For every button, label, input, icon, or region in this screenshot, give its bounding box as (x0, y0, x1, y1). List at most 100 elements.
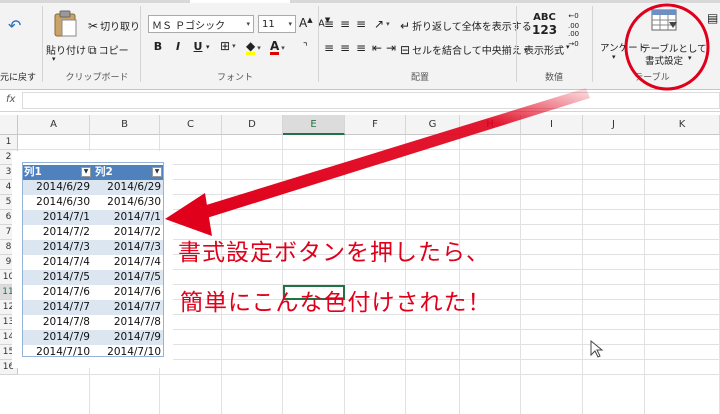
column-header-f[interactable]: F (345, 115, 406, 135)
cut-button[interactable]: ✂ 切り取り (88, 18, 140, 34)
table-cell[interactable]: 2014/6/29 (93, 180, 164, 195)
table-row: 2014/7/7 2014/7/7 (22, 300, 164, 315)
table-cell[interactable]: 2014/7/6 (22, 285, 93, 300)
table-cell[interactable]: 2014/7/5 (22, 270, 93, 285)
table-cell[interactable]: 2014/7/10 (93, 345, 164, 360)
row-header-1[interactable]: 1 (0, 135, 18, 150)
table-cell[interactable]: 2014/7/8 (22, 315, 93, 330)
table-row: 2014/7/1 2014/7/1 (22, 210, 164, 225)
filter-dropdown-icon[interactable]: ▼ (81, 167, 91, 177)
column-header-e[interactable]: E (283, 115, 345, 135)
increase-decimal-icon: ←0 (568, 12, 579, 20)
italic-button[interactable]: I (170, 40, 186, 53)
table-cell[interactable]: 2014/6/30 (22, 195, 93, 210)
select-all-corner[interactable] (0, 115, 18, 135)
grid-line (282, 135, 283, 414)
column-header-g[interactable]: G (406, 115, 460, 135)
top-align-button[interactable]: ≡ (324, 18, 334, 30)
column-header-j[interactable]: J (583, 115, 645, 135)
indent-icon: ⇥ (386, 41, 397, 55)
middle-align-button[interactable]: ≡ (340, 18, 350, 30)
paste-button[interactable] (52, 10, 78, 38)
format-as-table-button[interactable] (650, 8, 678, 34)
font-color-button[interactable]: A ▾ (270, 40, 285, 55)
undo-label: 元に戻す (0, 73, 37, 83)
align-left-button[interactable]: ≡ (324, 42, 334, 54)
column-header-h[interactable]: H (460, 115, 521, 135)
table-cell[interactable]: 2014/7/4 (93, 255, 164, 270)
grow-font-button[interactable]: A▲ (299, 16, 313, 30)
grid-line (644, 135, 645, 414)
table-cell[interactable]: 2014/7/2 (22, 225, 93, 240)
orientation-icon: ↗ (374, 17, 385, 31)
table-cell[interactable]: 2014/7/7 (22, 300, 93, 315)
table-cell[interactable]: 2014/7/1 (22, 210, 93, 225)
table-cell[interactable]: 2014/6/29 (22, 180, 93, 195)
table-header-cell[interactable]: 列1 ▼ (22, 165, 93, 180)
decrease-decimal-button[interactable]: .00 →0 (568, 30, 579, 48)
wrap-text-label: 折り返して全体を表示する (412, 22, 532, 33)
wrap-text-button[interactable]: ↵ 折り返して全体を表示する (400, 18, 532, 34)
grid-line (459, 135, 460, 414)
table-cell[interactable]: 2014/7/2 (93, 225, 164, 240)
table-header-cell[interactable]: 列2 ▼ (93, 165, 164, 180)
copy-button[interactable]: ⧉ コピー (88, 42, 129, 58)
grid-line (18, 149, 720, 150)
font-name-select[interactable]: ＭＳ Ｐゴシック ▾ (148, 15, 254, 33)
font-dialog-launcher-icon[interactable]: ⌝ (303, 42, 308, 53)
paste-dropdown-icon[interactable]: ▾ (52, 55, 56, 63)
merge-center-button[interactable]: ⊟ セルを結合して中央揃え ▾ (400, 42, 527, 58)
table-cell[interactable]: 2014/7/3 (22, 240, 93, 255)
alignment-group-label: 配置 (410, 73, 429, 83)
decrease-indent-button[interactable]: ⇤ (372, 42, 382, 54)
table-cell[interactable]: 2014/6/30 (93, 195, 164, 210)
fill-color-icon: ◆ (246, 39, 256, 55)
underline-dropdown-icon[interactable]: ▾ (206, 43, 210, 51)
increase-decimal-button[interactable]: ←0.00 (568, 12, 579, 30)
bottom-align-button[interactable]: ≡ (356, 18, 366, 30)
number-format-badge[interactable]: ABC 123 (532, 12, 557, 36)
formula-input[interactable] (22, 92, 720, 109)
increase-indent-button[interactable]: ⇥ (386, 42, 396, 54)
orientation-button[interactable]: ↗ ▾ (374, 18, 390, 30)
annotation-line-2: 簡単にこんな色付けされた！ (180, 290, 492, 316)
column-header-k[interactable]: K (645, 115, 720, 135)
table-cell[interactable]: 2014/7/10 (22, 345, 93, 360)
borders-button[interactable]: ⊞ ▾ (220, 40, 236, 52)
table-cell[interactable]: 2014/7/8 (93, 315, 164, 330)
table-cell[interactable]: 2014/7/3 (93, 240, 164, 255)
align-right-button[interactable]: ≡ (356, 42, 366, 54)
align-center-button[interactable]: ≡ (340, 42, 350, 54)
table-cell[interactable]: 2014/7/5 (93, 270, 164, 285)
column-header-b[interactable]: B (90, 115, 160, 135)
table-cell[interactable]: 2014/7/9 (22, 330, 93, 345)
undo-icon: ↶ (8, 16, 22, 35)
table-cell[interactable]: 2014/7/6 (93, 285, 164, 300)
grid-line (520, 135, 521, 414)
column-header-c[interactable]: C (160, 115, 222, 135)
table-row: 2014/7/9 2014/7/9 (22, 330, 164, 345)
table-cell[interactable]: 2014/7/1 (93, 210, 164, 225)
conditional-format-dropdown-icon[interactable]: ▾ (612, 53, 616, 61)
grid-line (221, 135, 222, 414)
table-cell[interactable]: 2014/7/7 (93, 300, 164, 315)
font-size-select[interactable]: 11 ▾ (258, 15, 296, 33)
column-header-a[interactable]: A (18, 115, 90, 135)
table-header-label: 列2 (95, 166, 113, 178)
fx-icon[interactable]: fx (6, 94, 15, 105)
format-as-table-dropdown-icon[interactable]: ▾ (688, 54, 692, 62)
undo-button[interactable]: ↶ (8, 16, 22, 35)
merge-center-label: セルを結合して中央揃え (412, 46, 522, 57)
column-header-d[interactable]: D (222, 115, 283, 135)
column-header-i[interactable]: I (521, 115, 583, 135)
cell-styles-button[interactable]: ▤ (707, 12, 718, 24)
grid-line (582, 135, 583, 414)
styles-group-label: テーブル (634, 73, 670, 83)
filter-dropdown-icon[interactable]: ▼ (152, 167, 162, 177)
font-name-value: ＭＳ Ｐゴシック (152, 20, 226, 32)
bold-button[interactable]: B (150, 40, 166, 53)
table-cell[interactable]: 2014/7/4 (22, 255, 93, 270)
underline-button[interactable]: U (190, 40, 206, 53)
fill-color-button[interactable]: ◆ ▾ (246, 40, 261, 55)
table-cell[interactable]: 2014/7/9 (93, 330, 164, 345)
